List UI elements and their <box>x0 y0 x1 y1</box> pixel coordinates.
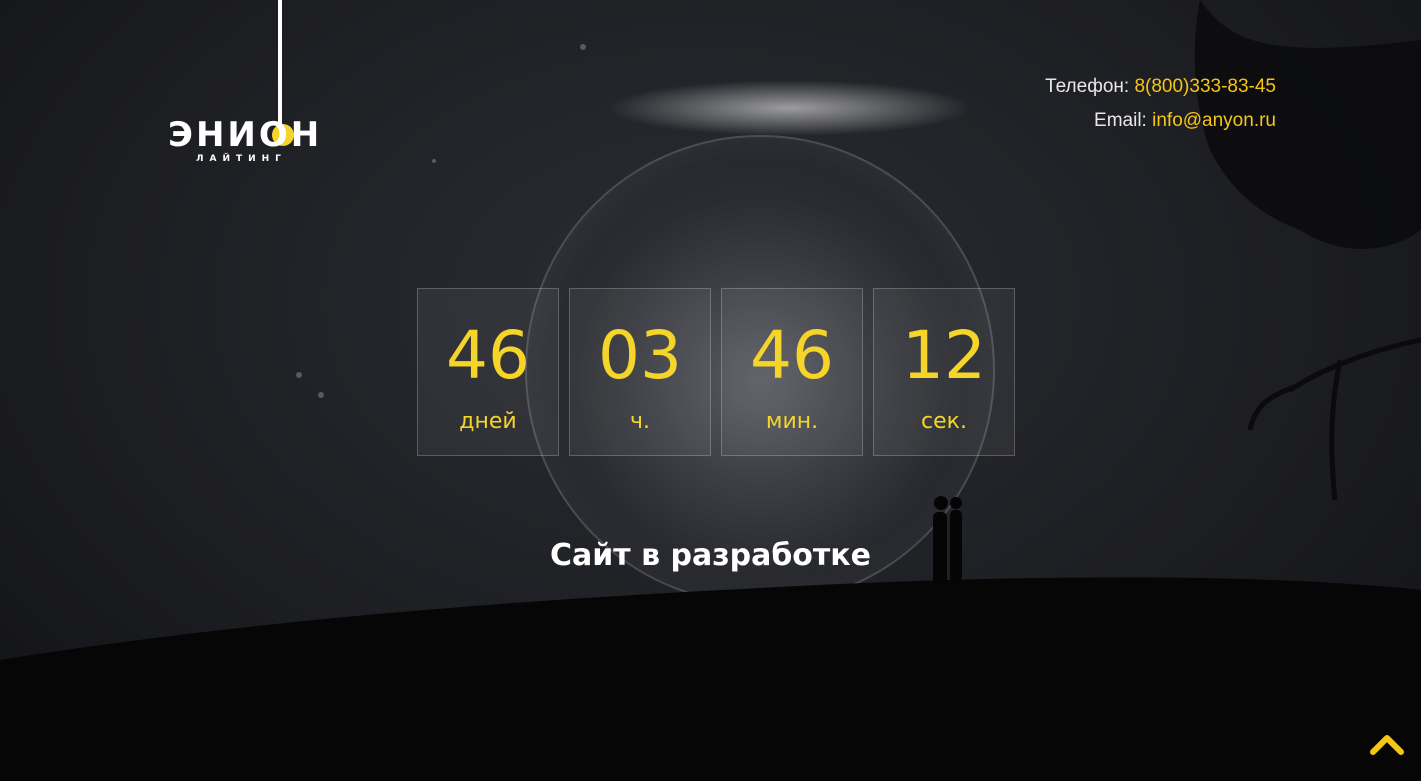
countdown-days-value: 46 <box>446 317 530 394</box>
countdown-days: 46 дней <box>417 288 559 456</box>
back-to-top-button[interactable] <box>1369 730 1405 758</box>
logo-name: ЭНИОН <box>168 115 323 155</box>
countdown-seconds: 12 сек. <box>873 288 1015 456</box>
email-row: Email: info@anyon.ru <box>1045 104 1276 138</box>
countdown-days-unit: дней <box>459 409 517 434</box>
phone-link[interactable]: 8(800)333-83-45 <box>1134 76 1276 97</box>
countdown-seconds-value: 12 <box>902 317 986 394</box>
contacts: Телефон: 8(800)333-83-45 Email: info@any… <box>1045 70 1276 138</box>
countdown-hours-value: 03 <box>598 317 682 394</box>
countdown-hours-unit: ч. <box>630 409 650 434</box>
phone-row: Телефон: 8(800)333-83-45 <box>1045 70 1276 104</box>
countdown-minutes: 46 мин. <box>721 288 863 456</box>
email-link[interactable]: info@anyon.ru <box>1152 110 1276 131</box>
email-label: Email: <box>1094 110 1147 131</box>
phone-label: Телефон: <box>1045 76 1130 97</box>
logo[interactable]: ЭНИОН ЛАЙТИНГ <box>168 115 328 170</box>
under-construction-heading: Сайт в разработке <box>549 538 872 573</box>
chevron-up-icon <box>1370 735 1404 755</box>
countdown-minutes-unit: мин. <box>765 409 819 434</box>
countdown-hours: 03 ч. <box>569 288 711 456</box>
countdown-seconds-unit: сек. <box>921 409 967 434</box>
logo-pendant-line <box>278 0 282 125</box>
countdown-minutes-value: 46 <box>750 317 834 394</box>
logo-tagline: ЛАЙТИНГ <box>196 154 287 164</box>
countdown-timer: 46 дней 03 ч. 46 мин. 12 сек. <box>417 288 1015 456</box>
